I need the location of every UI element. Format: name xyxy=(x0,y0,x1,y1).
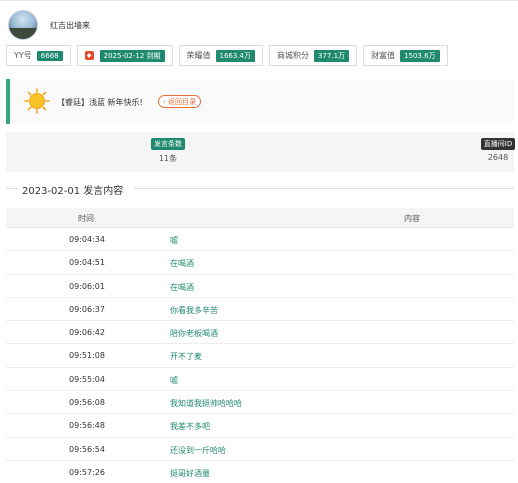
row-content: 我知道我挺帅哈哈哈 xyxy=(170,399,242,409)
row-time: 09:04:34 xyxy=(69,235,105,244)
row-content: 我差不多吧 xyxy=(170,422,210,432)
table-row: 09:06:37 你看我多辛苦 xyxy=(6,298,514,322)
badge-honor: 荣耀值 1663.4万 xyxy=(178,45,264,66)
notice-banner: 【睿廷】浅蓝 新年快乐! ‹ 返回目录 xyxy=(6,79,514,124)
back-button-label: 返回目录 xyxy=(168,97,197,106)
badge-row: YY号 6668 ◆ 2025-02-12 到期 荣耀值 1663.4万 商城积… xyxy=(6,45,454,66)
row-time: 09:57:26 xyxy=(69,467,105,477)
row-content: 嘘 xyxy=(170,236,178,245)
badge-label: 荣耀值 xyxy=(186,51,211,60)
row-time: 09:55:04 xyxy=(69,374,105,384)
divider xyxy=(134,188,514,189)
badge-value: 1503.6万 xyxy=(400,49,440,62)
row-content: 挺哥好酒量 xyxy=(170,468,210,478)
username: 红吉出墙来 xyxy=(50,21,90,30)
stat-value: 11条 xyxy=(158,154,178,163)
profile-header: 红吉出墙来 YY号 6668 ◆ 2025-02-12 到期 荣耀值 1663.… xyxy=(0,0,518,70)
divider xyxy=(6,188,18,189)
table-row: 09:57:26 挺哥好酒量 xyxy=(6,461,514,483)
badge-value: 6668 xyxy=(36,50,63,61)
stats-panel: 发言条数 11条 直播间ID 2648 xyxy=(6,132,516,172)
row-time: 09:06:01 xyxy=(69,281,105,291)
avatar[interactable] xyxy=(8,10,38,40)
badge-wealth: 财富值 1503.6万 xyxy=(363,45,448,66)
row-time: 09:56:08 xyxy=(69,398,105,408)
section-title: 2023-02-01 发言内容 xyxy=(22,186,124,197)
badge-value: 2025-02-12 到期 xyxy=(99,49,165,62)
badge-label: 商城积分 xyxy=(277,51,310,60)
row-time: 09:06:37 xyxy=(69,304,105,314)
row-content: 陪你老板喝酒 xyxy=(170,329,218,339)
sun-icon xyxy=(24,88,50,114)
table-row: 09:06:01 在喝酒 xyxy=(6,275,514,298)
row-content: 嘘 xyxy=(170,375,178,385)
stat-room-id: 直播间ID 2648 xyxy=(480,138,516,162)
row-time: 09:51:08 xyxy=(69,351,105,361)
row-time: 09:06:42 xyxy=(69,328,105,338)
table-row: 09:56:54 还没到一斤哈哈 xyxy=(6,438,514,461)
table-row: 09:04:34 嘘 xyxy=(6,228,514,252)
stat-label: 发言条数 xyxy=(151,138,185,150)
back-to-list-button[interactable]: ‹ 返回目录 xyxy=(158,95,202,108)
stat-message-count: 发言条数 11条 xyxy=(146,138,190,164)
table-row: 09:51:08 开不了麦 xyxy=(6,344,514,368)
column-header-time: 时间 xyxy=(78,214,94,223)
badge-value: 1663.4万 xyxy=(215,49,256,62)
column-header-content: 内容 xyxy=(404,214,420,223)
message-table: 时间 内容 09:04:34 嘘 09:04:51 在喝酒 09:06:01 在喝酒 09:… xyxy=(6,208,514,483)
table-row: 09:04:51 在喝酒 xyxy=(6,251,514,275)
row-time: 09:56:54 xyxy=(69,444,105,454)
row-content: 在喝酒 xyxy=(170,282,194,292)
row-content: 你看我多辛苦 xyxy=(170,305,218,315)
badge-label: 财富值 xyxy=(371,51,396,60)
table-row: 09:06:42 陪你老板喝酒 xyxy=(6,321,514,345)
badge-points: 商城积分 377.1万 xyxy=(269,45,358,66)
row-content: 还没到一斤哈哈 xyxy=(170,445,226,455)
row-content: 开不了麦 xyxy=(170,352,202,362)
table-row: 09:55:04 嘘 xyxy=(6,368,514,392)
badge-value: 377.1万 xyxy=(314,49,350,62)
vip-icon: ◆ xyxy=(84,51,94,60)
row-content: 在喝酒 xyxy=(170,259,194,269)
badge-expiry: ◆ 2025-02-12 到期 xyxy=(76,45,173,66)
table-row: 09:56:08 我知道我挺帅哈哈哈 xyxy=(6,391,514,415)
row-time: 09:56:48 xyxy=(69,421,105,431)
table-header: 时间 内容 xyxy=(6,208,514,228)
table-row: 09:56:48 我差不多吧 xyxy=(6,414,514,438)
stat-value: 2648 xyxy=(487,153,509,162)
badge-yy-id: YY号 6668 xyxy=(6,45,71,66)
section-header: 2023-02-01 发言内容 xyxy=(6,180,514,198)
notice-text: 【睿廷】浅蓝 新年快乐! xyxy=(57,98,143,107)
stat-label: 直播间ID xyxy=(480,138,516,150)
row-time: 09:04:51 xyxy=(69,258,105,268)
badge-label: YY号 xyxy=(14,51,32,60)
